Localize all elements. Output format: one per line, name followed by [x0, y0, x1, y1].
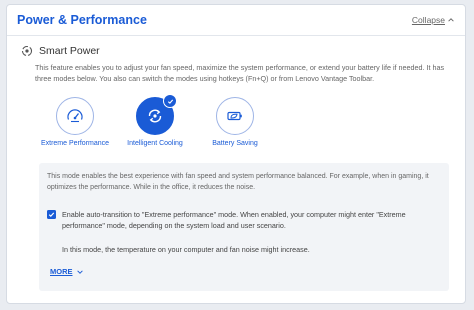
power-cycle-icon: [21, 45, 33, 57]
speedometer-icon: [67, 109, 83, 123]
mode-icon-circle: [216, 97, 254, 135]
more-link[interactable]: MORE: [50, 267, 84, 276]
chevron-down-icon: [76, 269, 83, 274]
panel-header: Power & Performance Collapse: [7, 5, 465, 36]
mode-info-box: This mode enables the best experience wi…: [39, 163, 449, 291]
mode-label: Intelligent Cooling: [127, 140, 183, 147]
cooling-cycle-icon: [148, 109, 162, 123]
more-label: MORE: [50, 267, 73, 276]
temperature-note: In this mode, the temperature on your co…: [62, 245, 310, 254]
auto-transition-label: Enable auto-transition to "Extreme perfo…: [62, 210, 406, 230]
mode-label: Extreme Performance: [40, 140, 110, 147]
mode-icon-circle: [136, 94, 177, 135]
collapse-label: Collapse: [411, 15, 445, 25]
mode-extreme-performance[interactable]: Extreme Performance: [35, 97, 115, 147]
selected-check-icon: [163, 94, 177, 108]
smart-power-title: Smart Power: [39, 45, 100, 57]
chevron-up-icon: [448, 18, 454, 22]
checkmark-icon: [48, 212, 55, 217]
auto-transition-row: Enable auto-transition to "Extreme perfo…: [47, 209, 443, 231]
power-performance-panel: Power & Performance Collapse Smart Power…: [6, 4, 466, 304]
smart-power-heading: Smart Power: [21, 45, 100, 57]
panel-title: Power & Performance: [17, 13, 147, 27]
mode-intelligent-cooling[interactable]: Intelligent Cooling: [115, 94, 195, 147]
mode-selector: Extreme Performance Intelligent Cooling: [35, 94, 275, 147]
auto-transition-checkbox[interactable]: [47, 210, 56, 219]
mode-label: Battery Saving: [212, 140, 258, 147]
battery-leaf-icon: [227, 111, 242, 121]
smart-power-description: This feature enables you to adjust your …: [35, 63, 445, 83]
mode-battery-saving[interactable]: Battery Saving: [195, 97, 275, 147]
collapse-button[interactable]: Collapse: [412, 15, 455, 25]
mode-icon-circle: [56, 97, 94, 135]
mode-description: This mode enables the best experience wi…: [47, 173, 429, 191]
